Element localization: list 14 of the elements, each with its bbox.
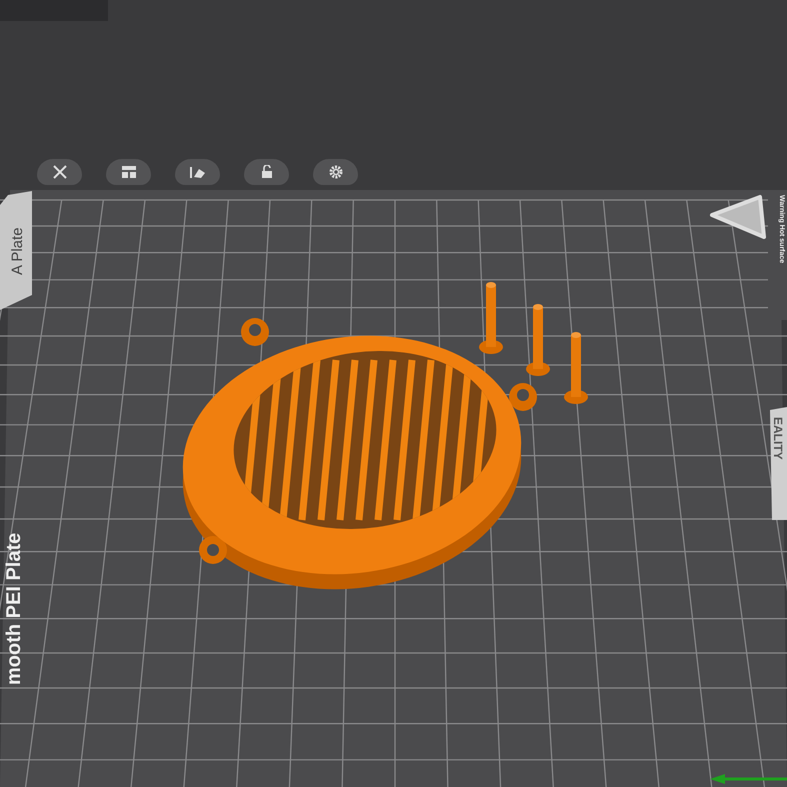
close-button[interactable] (37, 159, 82, 185)
warning-triangle-icon (710, 195, 766, 239)
plate-label: A Plate (9, 227, 26, 275)
grid-layout-icon (120, 165, 138, 179)
lock-button[interactable] (244, 159, 289, 185)
plate-name: mooth PEI Plate (3, 532, 25, 685)
settings-button[interactable] (313, 159, 358, 185)
auto-orient-icon (188, 165, 206, 179)
plate-tab[interactable] (0, 191, 32, 310)
brand-label: EALITY (771, 417, 785, 460)
settings-icon (326, 165, 344, 179)
close-icon (50, 165, 68, 179)
arrange-button[interactable] (106, 159, 151, 185)
auto-orient-button[interactable] (175, 159, 220, 185)
